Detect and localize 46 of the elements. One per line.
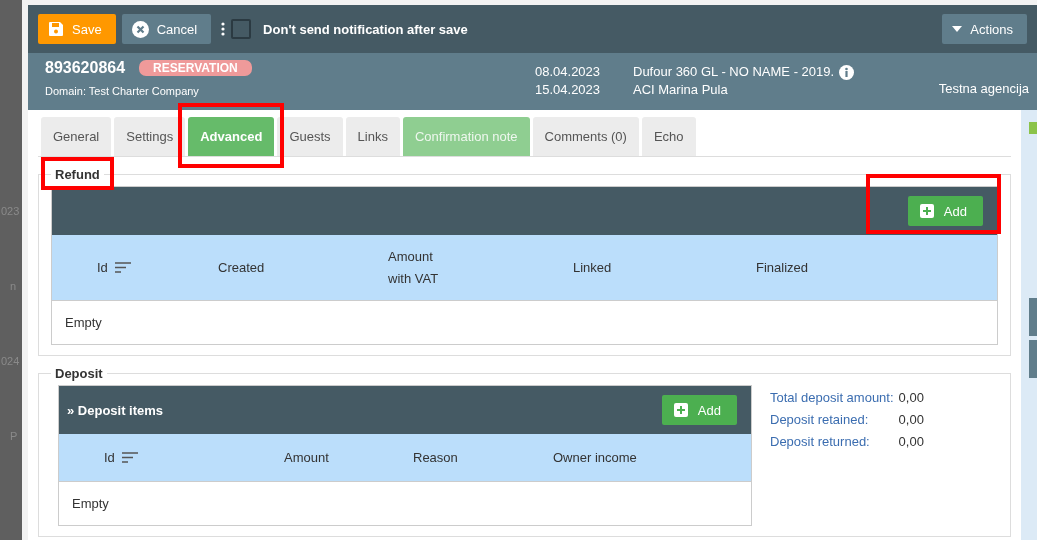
- summary-value: 0,00: [898, 412, 924, 427]
- cancel-button[interactable]: Cancel: [121, 14, 212, 44]
- summary-label: Total deposit amount:: [770, 390, 894, 405]
- table-title: » Deposit items: [67, 402, 164, 418]
- tab[interactable]: Links: [345, 117, 400, 156]
- boat-name: Dufour 360 GL - NO NAME - 2019.: [633, 63, 835, 81]
- section-legend: Refund: [55, 167, 100, 182]
- summary-value: 0,00: [898, 390, 924, 405]
- section-legend: Deposit: [55, 366, 103, 381]
- close-icon: [131, 20, 149, 38]
- domain-text: Domain: Test Charter Company: [45, 85, 200, 97]
- column-header[interactable]: Id: [59, 446, 284, 469]
- caret-icon: [952, 26, 963, 32]
- date-from: 08.04.2023: [535, 63, 602, 81]
- sort-icon[interactable]: [121, 452, 138, 463]
- more-icon[interactable]: [221, 22, 226, 36]
- column-header: Linked: [573, 258, 613, 277]
- status-badge: RESERVATION: [139, 60, 252, 76]
- tab[interactable]: Settings: [114, 117, 186, 156]
- tab[interactable]: Echo: [641, 117, 696, 156]
- column-header: Amount: [284, 448, 330, 467]
- column-header: Reason: [413, 448, 459, 467]
- summary-label: Deposit retained:: [770, 412, 870, 427]
- reservation-number: 893620864: [45, 59, 126, 77]
- column-header: Finalized: [756, 258, 810, 277]
- marina-name: ACI Marina Pula: [633, 81, 729, 99]
- column-header: Amount with VAT: [388, 247, 440, 288]
- agency-name: Testna agencija: [938, 80, 1029, 98]
- plus-icon: [919, 204, 934, 218]
- column-header: Created: [218, 258, 266, 277]
- tab[interactable]: Guests: [277, 117, 343, 156]
- checkbox[interactable]: [231, 19, 252, 39]
- empty-text: Empty: [72, 496, 109, 511]
- sort-icon[interactable]: [114, 262, 131, 273]
- info-icon[interactable]: [839, 64, 855, 80]
- column-header[interactable]: Id: [52, 256, 218, 279]
- date-to: 15.04.2023: [535, 81, 602, 99]
- summary-value: 0,00: [898, 434, 924, 449]
- summary-label: Deposit returned:: [770, 434, 871, 449]
- tab[interactable]: General: [41, 117, 112, 156]
- tab[interactable]: Comments (0): [532, 117, 639, 156]
- column-header: Owner income: [553, 448, 638, 467]
- plus-icon: [673, 403, 688, 417]
- actions-button[interactable]: Actions: [942, 14, 1027, 44]
- empty-text: Empty: [65, 315, 102, 330]
- checkbox-label: Don't send notification after save: [263, 21, 468, 37]
